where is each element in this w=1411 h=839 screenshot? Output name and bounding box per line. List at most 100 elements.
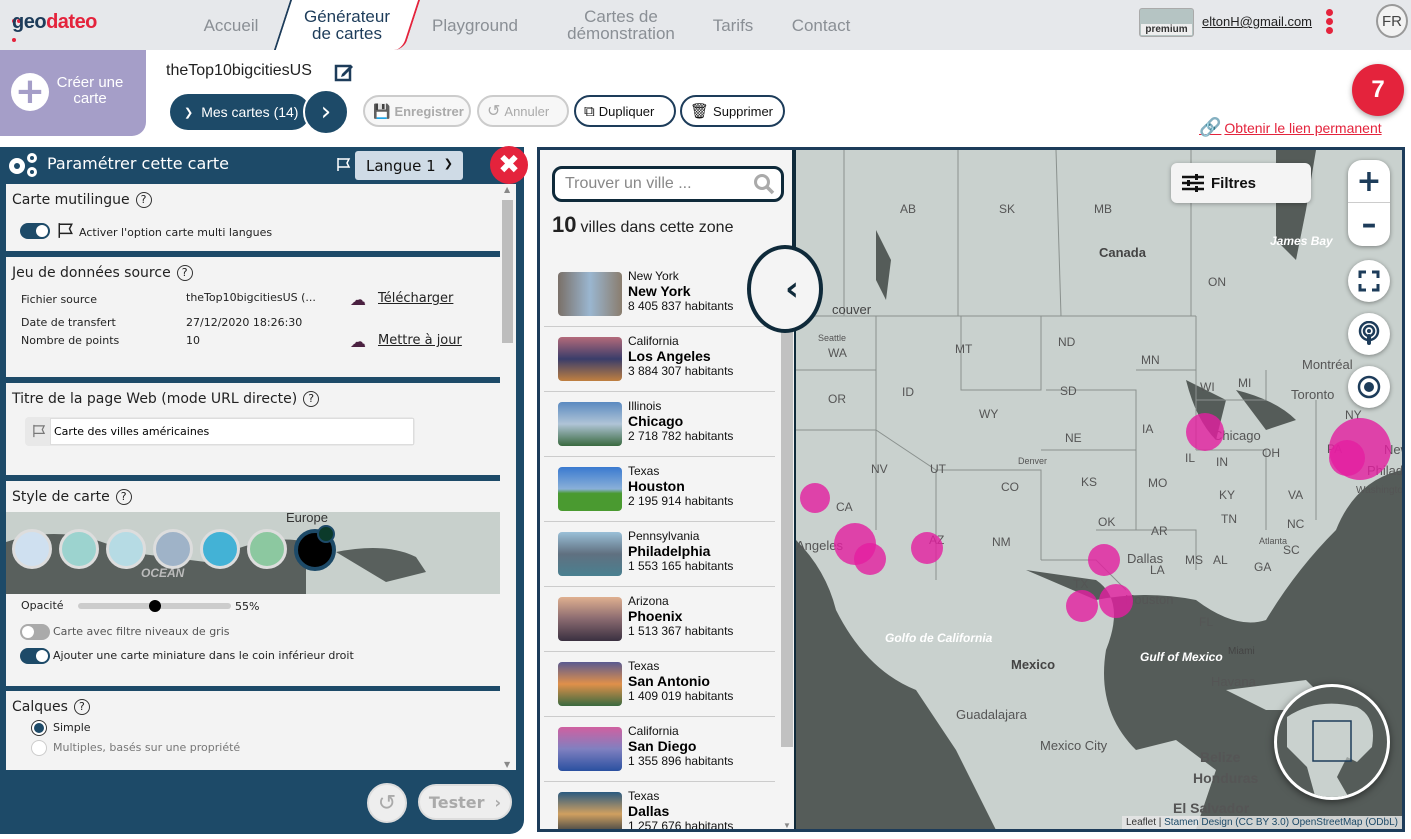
zoom-out-button[interactable]: –	[1348, 203, 1390, 246]
city-item[interactable]: Pennsylvania Philadelphia 1 553 165 habita…	[544, 522, 775, 587]
help-icon[interactable]: ?	[135, 192, 152, 208]
city-item[interactable]: California Los Angeles 3 884 307 habitants	[544, 327, 775, 392]
section-title: Jeu de données source	[12, 265, 171, 281]
download-link[interactable]: Télécharger	[378, 291, 453, 306]
multilingual-toggle[interactable]	[20, 223, 50, 239]
permalink-link[interactable]: 🔗 Obtenir le lien permanent	[1199, 117, 1382, 138]
link-icon: 🔗	[1199, 117, 1222, 137]
nav-contact[interactable]: Contact	[784, 0, 858, 50]
nav-generateur[interactable]: Générateur de cartes	[273, 0, 421, 50]
minimap[interactable]	[1274, 684, 1390, 800]
cancel-button[interactable]: ↺ Annuler	[477, 95, 569, 127]
style-option-watercolor[interactable]	[200, 529, 240, 569]
marker-phoenix[interactable]	[911, 532, 943, 564]
city-list-scrollbar[interactable]: ▲▼	[780, 262, 794, 829]
city-item[interactable]: Arizona Phoenix 1 513 367 habitants	[544, 587, 775, 652]
style-option-light-blue[interactable]	[12, 529, 52, 569]
test-button[interactable]: Tester ›	[418, 784, 512, 820]
marker-san-diego[interactable]	[854, 543, 886, 575]
language-select[interactable]: Langue 1 ❯	[355, 151, 463, 180]
marker-chicago[interactable]	[1186, 413, 1224, 451]
opacity-slider[interactable]	[78, 600, 231, 612]
fullscreen-icon	[1358, 270, 1380, 292]
city-item[interactable]: California San Diego 1 355 896 habitants	[544, 717, 775, 782]
webtitle-input[interactable]	[50, 418, 414, 445]
radio-simple[interactable]	[31, 720, 47, 736]
city-item[interactable]: New York New York 8 405 837 habitants	[544, 262, 775, 327]
help-icon[interactable]: ?	[115, 489, 132, 505]
city-photo	[558, 467, 622, 511]
city-search-input[interactable]: Trouver un ville ...	[552, 166, 784, 202]
marker-san-jose[interactable]	[800, 483, 830, 513]
style-option-teal[interactable]	[59, 529, 99, 569]
language-button[interactable]: FR	[1376, 4, 1408, 38]
update-link[interactable]: Mettre à jour	[378, 333, 462, 348]
selected-indicator-icon	[317, 525, 335, 543]
edit-icon[interactable]	[334, 62, 354, 82]
plus-icon: +	[11, 73, 49, 111]
map-attribution: Leaflet | Stamen Design (CC BY 3.0) Open…	[1121, 816, 1402, 829]
trash-icon: 🗑	[690, 103, 710, 120]
minimap-toggle[interactable]	[20, 648, 50, 664]
minimap-viewport	[1312, 720, 1352, 762]
grayscale-toggle[interactable]	[20, 624, 50, 640]
zoom-in-button[interactable]: +	[1348, 160, 1390, 203]
broadcast-button[interactable]	[1348, 313, 1390, 355]
notification-badge[interactable]: 7	[1352, 64, 1404, 116]
nav-tarifs[interactable]: Tarifs	[704, 0, 762, 50]
close-icon[interactable]: ✖	[490, 146, 528, 184]
undo-icon: ↺	[487, 103, 501, 120]
city-photo	[558, 532, 622, 576]
section-title: Style de carte	[12, 489, 110, 505]
nav-playground[interactable]: Playground	[422, 0, 528, 50]
style-option-green[interactable]	[247, 529, 287, 569]
settings-scrollbar[interactable]: ▲ ▼	[500, 184, 516, 770]
city-item[interactable]: Texas Houston 2 195 914 habitants	[544, 457, 775, 522]
my-maps-dropdown[interactable]: ❯ Mes cartes (14)	[170, 94, 310, 130]
collapse-list-button[interactable]: ‹	[747, 245, 823, 333]
section-title: Calques	[12, 699, 68, 715]
chevron-right-icon[interactable]: ›	[303, 89, 349, 135]
filters-button[interactable]: Filtres	[1171, 163, 1311, 203]
logo[interactable]: geodateo	[12, 11, 97, 34]
help-icon[interactable]: ?	[303, 391, 320, 407]
search-icon	[754, 174, 775, 195]
gears-icon	[9, 153, 37, 177]
save-button[interactable]: 💾 Enregistrer	[363, 95, 471, 127]
map-canvas[interactable]: AB SK MB Canada James Bay ON couver Seat…	[796, 150, 1402, 829]
create-map-button[interactable]: + Créer une carte	[0, 50, 146, 136]
nav-demo-maps[interactable]: Cartes de démonstration	[556, 0, 686, 50]
radio-multiple[interactable]	[31, 740, 47, 756]
fullscreen-button[interactable]	[1348, 260, 1390, 302]
osm-link[interactable]: OpenStreetMap	[1292, 817, 1363, 828]
reset-button[interactable]: ↺	[367, 783, 407, 823]
marker-houston[interactable]	[1099, 584, 1133, 618]
help-icon[interactable]: ?	[73, 699, 90, 715]
section-title: Carte mutilingue	[12, 192, 130, 208]
marker-philadelphia[interactable]	[1329, 440, 1365, 476]
zoom-control: + –	[1348, 160, 1390, 246]
top-navigation: geodateo Accueil Générateur de cartes Pl…	[0, 0, 1411, 50]
delete-button[interactable]: 🗑 Supprimer	[680, 95, 785, 127]
copy-icon: ⧉	[584, 102, 595, 120]
city-item[interactable]: Texas Dallas 1 257 676 habitants	[544, 782, 775, 829]
city-item[interactable]: Illinois Chicago 2 718 782 habitants	[544, 392, 775, 457]
city-item[interactable]: Texas San Antonio 1 409 019 habitants	[544, 652, 775, 717]
section-webtitle: Titre de la page Web (mode URL directe)?	[6, 383, 500, 475]
style-option-terrain-blue[interactable]	[153, 529, 193, 569]
user-email-link[interactable]: eltonH@gmail.com	[1202, 14, 1312, 29]
slider-handle[interactable]	[149, 600, 161, 612]
marker-dallas[interactable]	[1088, 544, 1120, 576]
marker-san-antonio[interactable]	[1066, 590, 1098, 622]
more-menu-icon[interactable]	[1326, 9, 1334, 35]
locate-button[interactable]	[1348, 366, 1390, 408]
duplicate-button[interactable]: ⧉ Dupliquer	[574, 95, 676, 127]
map-name: theTop10bigcitiesUS	[166, 62, 312, 79]
leaflet-link[interactable]: Leaflet	[1126, 817, 1156, 828]
section-layers: Calques? Simple Multiples, basés sur une…	[6, 691, 500, 770]
stamen-link[interactable]: Stamen Design	[1164, 817, 1232, 828]
nav-accueil[interactable]: Accueil	[195, 0, 267, 50]
style-option-pale-blue[interactable]	[106, 529, 146, 569]
city-photo	[558, 597, 622, 641]
help-icon[interactable]: ?	[176, 265, 193, 281]
